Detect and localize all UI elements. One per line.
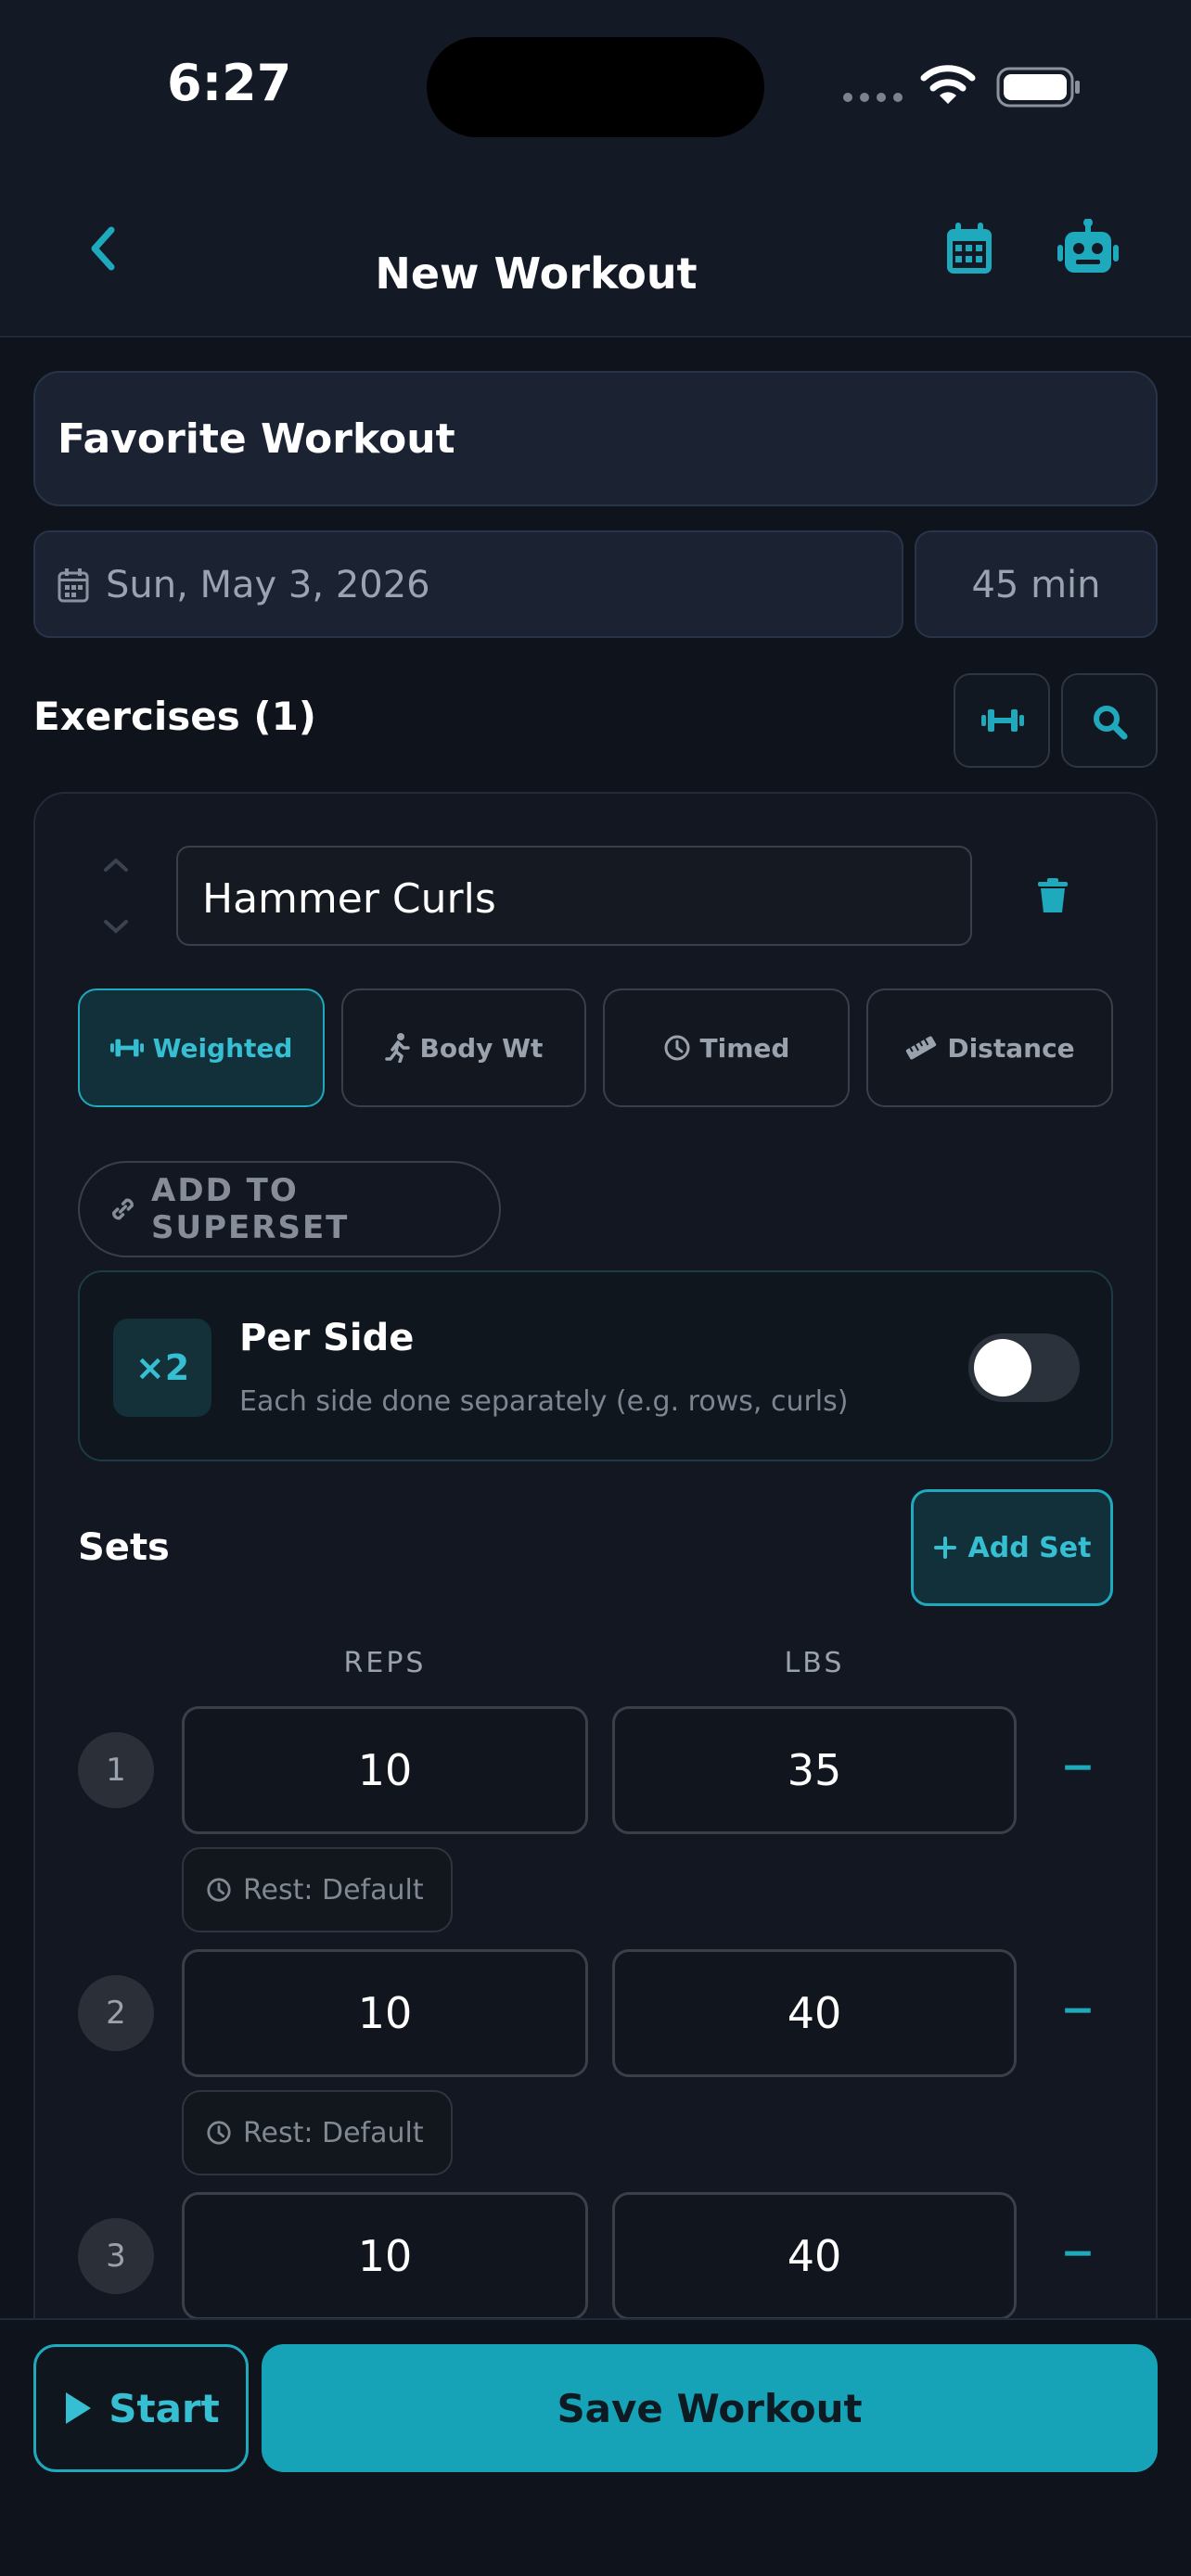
add-set-label: Add Set	[967, 1531, 1092, 1564]
exercise-library-button[interactable]	[954, 673, 1050, 768]
per-side-badge: ×2	[113, 1319, 211, 1417]
per-side-card: ×2 Per Side Each side done separately (e…	[78, 1270, 1113, 1461]
superset-label: ADD TO SUPERSET	[151, 1172, 350, 1246]
type-timed-chip[interactable]: Timed	[603, 988, 850, 1107]
reps-input[interactable]: 10	[182, 1706, 588, 1834]
per-side-subtitle: Each side done separately (e.g. rows, cu…	[239, 1385, 849, 1418]
ruler-icon	[906, 1036, 937, 1060]
battery-icon	[996, 67, 1080, 108]
reps-column-header: REPS	[343, 1647, 427, 1679]
exercises-title: Exercises (1)	[33, 694, 316, 739]
add-set-button[interactable]: Add Set	[911, 1489, 1113, 1606]
calendar-small-icon	[58, 568, 89, 603]
rest-timer-button[interactable]: Rest: Default	[182, 1847, 453, 1932]
set-number: 1	[78, 1732, 154, 1808]
dynamic-island	[427, 37, 764, 137]
signal-icon	[843, 93, 903, 102]
type-timed-label: Timed	[699, 1032, 790, 1064]
wifi-icon	[920, 65, 976, 104]
type-weighted-chip[interactable]: Weighted	[78, 988, 325, 1107]
reps-input[interactable]: 10	[182, 1949, 588, 2077]
type-bodyweight-label: Body Wt	[419, 1032, 544, 1064]
toggle-knob	[974, 1339, 1031, 1396]
remove-set-button[interactable]: −	[1050, 1986, 1106, 2034]
page-title: New Workout	[375, 249, 698, 299]
type-weighted-label: Weighted	[152, 1032, 293, 1064]
play-icon	[66, 2392, 92, 2424]
exercise-name-input[interactable]: Hammer Curls	[176, 846, 972, 946]
start-label: Start	[109, 2385, 220, 2431]
search-icon	[1094, 706, 1128, 740]
search-exercise-button[interactable]	[1061, 673, 1158, 768]
set-number: 2	[78, 1975, 154, 2051]
clock-icon	[664, 1035, 690, 1061]
rest-label: Rest: Default	[243, 1873, 424, 1906]
type-distance-label: Distance	[947, 1032, 1075, 1064]
per-side-toggle[interactable]	[968, 1333, 1080, 1402]
rest-label: Rest: Default	[243, 2116, 424, 2149]
weight-column-header: LBS	[784, 1647, 845, 1679]
weight-input[interactable]: 40	[612, 1949, 1017, 2077]
duration-text: 45 min	[971, 564, 1101, 606]
status-time: 6:27	[167, 54, 292, 112]
clock-icon	[207, 1878, 231, 1902]
type-bodyweight-chip[interactable]: Body Wt	[341, 988, 586, 1107]
robot-icon[interactable]	[1056, 219, 1121, 276]
plus-icon	[933, 1537, 956, 1559]
set-number: 3	[78, 2218, 154, 2294]
duration-input[interactable]: 45 min	[915, 530, 1158, 638]
save-workout-button[interactable]: Save Workout	[262, 2344, 1158, 2472]
type-distance-chip[interactable]: Distance	[866, 988, 1113, 1107]
start-workout-button[interactable]: Start	[33, 2344, 249, 2472]
reorder-arrows-icon[interactable]	[102, 855, 130, 937]
remove-set-button[interactable]: −	[1050, 2229, 1106, 2276]
rest-timer-button[interactable]: Rest: Default	[182, 2090, 453, 2175]
calendar-icon[interactable]	[944, 221, 994, 276]
date-text: Sun, May 3, 2026	[106, 564, 430, 606]
weight-input[interactable]: 40	[612, 2192, 1017, 2320]
date-picker[interactable]: Sun, May 3, 2026	[33, 530, 903, 638]
link-icon	[112, 1198, 134, 1220]
add-to-superset-button[interactable]: ADD TO SUPERSET	[78, 1161, 501, 1257]
clock-icon	[207, 2121, 231, 2145]
sets-title: Sets	[78, 1526, 170, 1569]
dumbbell-icon	[981, 709, 1024, 732]
running-person-icon	[384, 1033, 410, 1063]
per-side-title: Per Side	[239, 1317, 415, 1359]
reps-input[interactable]: 10	[182, 2192, 588, 2320]
trash-icon[interactable]	[1037, 877, 1069, 914]
workout-name-text: Favorite Workout	[58, 415, 455, 463]
weight-input[interactable]: 35	[612, 1706, 1017, 1834]
remove-set-button[interactable]: −	[1050, 1743, 1106, 1791]
dumbbell-icon	[109, 1039, 144, 1057]
workout-name-input[interactable]: Favorite Workout	[33, 371, 1158, 506]
exercise-name-text: Hammer Curls	[202, 875, 496, 923]
